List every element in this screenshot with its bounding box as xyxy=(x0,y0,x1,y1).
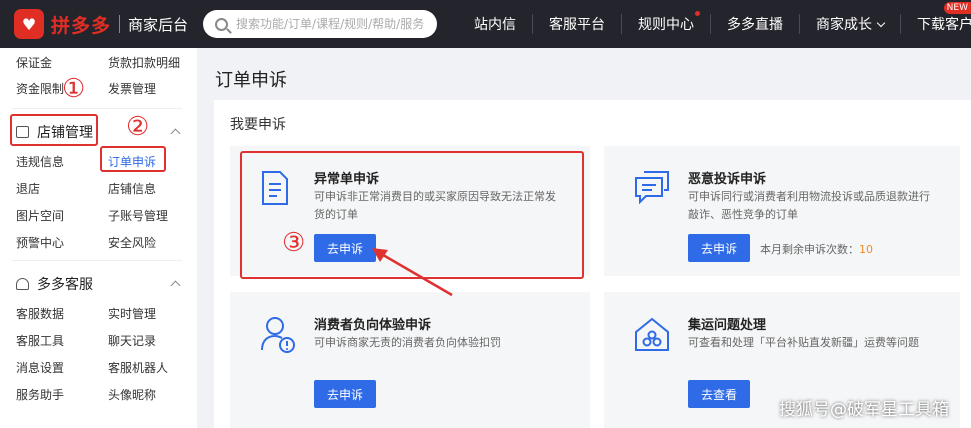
sidebar-item-invoice[interactable]: 发票管理 xyxy=(108,80,156,97)
search-input[interactable] xyxy=(236,17,426,31)
sidebar-item-image-space[interactable]: 图片空间 xyxy=(16,207,64,224)
remaining-appeals: 本月剩余申诉次数：10 xyxy=(760,241,873,257)
sidebar-divider xyxy=(12,260,182,261)
logo[interactable]: ♥ 拼多多 商家后台 xyxy=(0,0,188,48)
sidebar-item-violations[interactable]: 违规信息 xyxy=(16,153,64,170)
sidebar-item-security-risk[interactable]: 安全风险 xyxy=(108,234,156,251)
sidebar-item-avatar-nickname[interactable]: 头像昵称 xyxy=(108,386,156,403)
logo-subtitle: 商家后台 xyxy=(128,15,189,34)
sidebar-item-payment-detail[interactable]: 货款扣款明细 xyxy=(108,54,180,71)
nav-service-platform[interactable]: 客服平台 xyxy=(533,14,622,34)
page-title: 订单申诉 xyxy=(215,70,287,91)
card-malicious-complaint-appeal: 恶意投诉申诉 可申诉同行或消费者利用物流投诉或品质退款进行 敲诈、恶性竞争的订单… xyxy=(604,146,960,276)
sidebar-item-service-assistant[interactable]: 服务助手 xyxy=(16,386,64,403)
card-description-line: 敲诈、恶性竞争的订单 xyxy=(688,208,798,221)
logo-heart-icon: ♥ xyxy=(14,9,44,39)
annotation-box-order-appeal xyxy=(100,146,166,172)
card-title: 集运问题处理 xyxy=(688,318,767,333)
notification-dot xyxy=(695,11,700,16)
card-description: 可查看和处理「平台补贴直发新疆」运费等问题 xyxy=(688,334,919,352)
new-badge: NEW xyxy=(943,2,971,14)
nav-download-client[interactable]: 下载客户端 xyxy=(901,14,971,34)
annotation-box-store-management xyxy=(10,114,98,146)
sidebar-item-fund-limit[interactable]: 资金限制 xyxy=(16,80,64,97)
card-negative-experience-appeal: 消费者负向体验申诉 可申诉商家无责的消费者负向体验扣罚 去申诉 xyxy=(230,292,590,428)
remaining-appeals-count: 10 xyxy=(859,243,873,256)
search-box[interactable] xyxy=(203,10,437,38)
chevron-up-icon[interactable] xyxy=(170,280,181,291)
nav-inbox[interactable]: 站内信 xyxy=(458,14,533,34)
logo-brand-text: 拼多多 xyxy=(51,14,112,37)
sidebar-section-service-label: 多多客服 xyxy=(37,277,93,293)
sidebar-item-service-tools[interactable]: 客服工具 xyxy=(16,332,64,349)
sidebar-item-warning-center[interactable]: 预警中心 xyxy=(16,234,64,251)
warehouse-icon xyxy=(635,317,669,351)
watermark: 搜狐号@破军星工具箱 xyxy=(779,400,949,420)
nav-merchant-growth[interactable]: 商家成长 xyxy=(800,14,901,34)
sidebar-divider xyxy=(12,108,182,109)
annotation-number-1: ① xyxy=(62,74,86,104)
annotation-number-3: ③ xyxy=(282,228,306,258)
card-description-line: 可查看和处理「平台补贴直发新疆」运费等问题 xyxy=(688,336,919,349)
search-icon[interactable] xyxy=(215,17,228,31)
chevron-up-icon[interactable] xyxy=(170,128,181,139)
sidebar-section-service[interactable]: 多多客服 xyxy=(16,274,93,294)
card-title: 消费者负向体验申诉 xyxy=(314,318,432,333)
annotation-number-2: ② xyxy=(126,112,150,142)
card-title: 恶意投诉申诉 xyxy=(688,172,767,187)
sidebar-item-chat-log[interactable]: 聊天记录 xyxy=(108,332,156,349)
sidebar: 保证金 货款扣款明细 资金限制 发票管理 店铺管理 违规信息 订单申诉 退店 店… xyxy=(0,48,197,428)
top-nav: 站内信 客服平台 规则中心 多多直播 商家成长 下载客户端 xyxy=(458,0,971,48)
sidebar-item-close-store[interactable]: 退店 xyxy=(16,180,40,197)
annotation-arrow-icon xyxy=(372,248,453,297)
sidebar-item-service-bot[interactable]: 客服机器人 xyxy=(108,359,168,376)
nav-rules-center[interactable]: 规则中心 xyxy=(622,11,711,34)
chevron-down-icon xyxy=(876,18,886,28)
nav-rules-center-label: 规则中心 xyxy=(638,17,694,33)
card-description-line: 可申诉商家无责的消费者负向体验扣罚 xyxy=(314,336,501,349)
sidebar-item-store-info[interactable]: 店铺信息 xyxy=(108,180,156,197)
headset-icon xyxy=(16,278,29,290)
nav-live[interactable]: 多多直播 xyxy=(711,14,800,34)
sidebar-item-deposit[interactable]: 保证金 xyxy=(16,54,52,71)
card-description: 可申诉商家无责的消费者负向体验扣罚 xyxy=(314,334,501,352)
appeal-button[interactable]: 去申诉 xyxy=(314,380,377,408)
sidebar-item-message-settings[interactable]: 消息设置 xyxy=(16,359,64,376)
sidebar-item-sub-accounts[interactable]: 子账号管理 xyxy=(108,207,168,224)
sidebar-item-service-data[interactable]: 客服数据 xyxy=(16,305,64,322)
card-description-line: 可申诉同行或消费者利用物流投诉或品质退款进行 xyxy=(688,190,930,203)
sidebar-item-realtime[interactable]: 实时管理 xyxy=(108,305,156,322)
user-alert-icon xyxy=(261,317,295,353)
view-button[interactable]: 去查看 xyxy=(688,380,751,408)
panel-title: 我要申诉 xyxy=(230,117,286,133)
chat-bubbles-icon xyxy=(635,171,669,204)
remaining-appeals-label: 本月剩余申诉次数： xyxy=(760,243,859,256)
top-header: ♥ 拼多多 商家后台 站内信 客服平台 规则中心 多多直播 商家成长 下载客户端… xyxy=(0,0,971,48)
card-description: 可申诉同行或消费者利用物流投诉或品质退款进行 敲诈、恶性竞争的订单 xyxy=(688,188,930,224)
nav-merchant-growth-label: 商家成长 xyxy=(816,17,872,33)
logo-divider xyxy=(119,15,121,33)
appeal-button[interactable]: 去申诉 xyxy=(688,234,751,262)
